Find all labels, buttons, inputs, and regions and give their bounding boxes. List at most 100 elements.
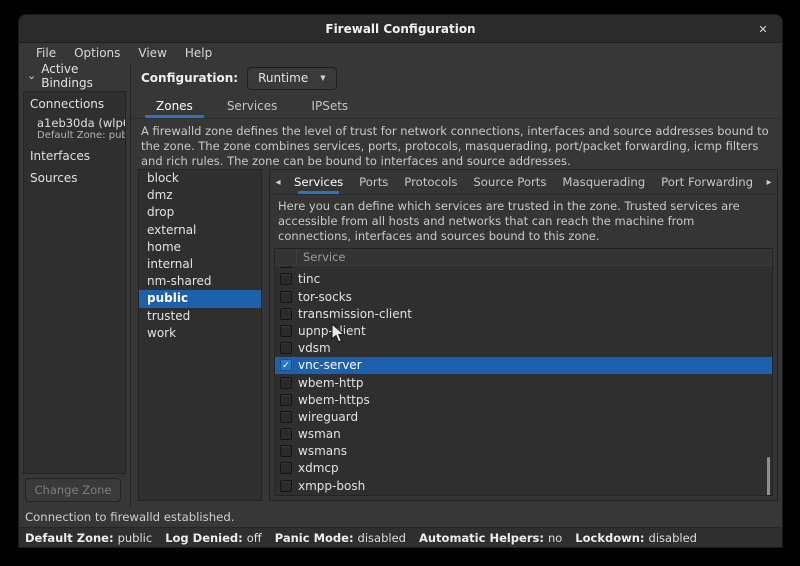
service-row[interactable]: xdmcp (275, 460, 772, 477)
service-row[interactable]: xmpp-client (275, 494, 772, 496)
zone-row[interactable]: trusted (139, 308, 261, 325)
service-row[interactable]: wsmans (275, 443, 772, 460)
zone-settings-tab-bar: ◂ Services Ports Protocols Source Ports … (270, 170, 777, 195)
scrollbar-thumb[interactable] (767, 457, 770, 496)
checkbox-column-header (275, 249, 297, 265)
tab-zone-port-forwarding[interactable]: Port Forwarding (653, 170, 761, 194)
tab-zone-masquerading[interactable]: Masquerading (554, 170, 653, 194)
automatic-helpers-status: Automatic Helpers: no (419, 531, 562, 545)
service-checkbox[interactable] (280, 291, 292, 303)
service-label: xmpp-bosh (298, 479, 365, 493)
log-denied-status: Log Denied: off (165, 531, 262, 545)
service-label: tinc (298, 272, 320, 286)
change-zone-area: Change Zone (19, 474, 130, 507)
status-label: Default Zone: (25, 531, 114, 545)
configuration-row: Configuration: Runtime ▼ (131, 63, 782, 93)
service-checkbox[interactable] (280, 394, 292, 406)
status-value: disabled (649, 531, 697, 545)
service-row[interactable]: wbem-http (275, 374, 772, 391)
zone-row[interactable]: dmz (139, 187, 261, 204)
service-checkbox[interactable] (280, 342, 292, 354)
service-row[interactable]: transmission-client (275, 305, 772, 322)
status-value: disabled (358, 531, 406, 545)
interfaces-header[interactable]: Interfaces (24, 145, 125, 167)
scroll-left-icon[interactable]: ◂ (270, 170, 286, 194)
services-column-header[interactable]: Service (275, 249, 772, 266)
service-label: tile38 (298, 266, 332, 270)
close-icon[interactable]: ✕ (754, 20, 772, 38)
titlebar[interactable]: Firewall Configuration ✕ (19, 15, 782, 43)
zone-row[interactable]: internal (139, 256, 261, 273)
scroll-right-icon[interactable]: ▸ (761, 170, 777, 194)
status-label: Panic Mode: (275, 531, 354, 545)
tab-ipsets[interactable]: IPSets (296, 93, 363, 118)
zone-row[interactable]: drop (139, 204, 261, 221)
service-row[interactable]: wsman (275, 426, 772, 443)
menu-view[interactable]: View (129, 45, 175, 61)
service-label: transmission-client (298, 307, 412, 321)
services-description: Here you can define which services are t… (270, 195, 777, 246)
menu-file[interactable]: File (27, 45, 65, 61)
configuration-dropdown[interactable]: Runtime ▼ (247, 67, 337, 90)
connections-header: Connections (24, 92, 125, 114)
zone-row[interactable]: external (139, 222, 261, 239)
service-checkbox[interactable] (280, 411, 292, 423)
service-checkbox[interactable] (280, 308, 292, 320)
tab-zone-services[interactable]: Services (286, 170, 351, 194)
status-value: no (548, 531, 562, 545)
firewall-info-bar: Default Zone: public Log Denied: off Pan… (19, 527, 782, 547)
default-zone-status: Default Zone: public (25, 531, 152, 545)
tab-services[interactable]: Services (212, 93, 293, 118)
bindings-list: Connections a1eb30da (wlp61s0) Default Z… (23, 91, 126, 474)
service-label: tor-socks (298, 290, 352, 304)
service-row[interactable]: vdsm (275, 340, 772, 357)
service-label: vdsm (298, 341, 331, 355)
service-row[interactable]: wireguard (275, 408, 772, 425)
service-checkbox[interactable] (280, 462, 292, 474)
zone-row[interactable]: block (139, 170, 261, 187)
service-label: wsmans (298, 444, 347, 458)
configuration-value: Runtime (258, 71, 308, 85)
service-column-label: Service (297, 250, 346, 264)
service-checkbox[interactable] (280, 273, 292, 285)
zone-row-selected[interactable]: public (139, 290, 261, 307)
tab-zone-protocols[interactable]: Protocols (396, 170, 465, 194)
service-checkbox[interactable] (280, 266, 292, 269)
configuration-label: Configuration: (141, 71, 238, 85)
left-panel: ⌄ Active Bindings Connections a1eb30da (… (19, 63, 131, 507)
service-checkbox[interactable] (280, 377, 292, 389)
zone-row[interactable]: nm-shared (139, 273, 261, 290)
tab-zones[interactable]: Zones (141, 93, 208, 118)
tab-zone-ports[interactable]: Ports (351, 170, 396, 194)
tab-zone-source-ports[interactable]: Source Ports (465, 170, 554, 194)
active-bindings-label: Active Bindings (41, 62, 130, 90)
service-row[interactable]: upnp-client (275, 322, 772, 339)
menu-help[interactable]: Help (176, 45, 221, 61)
active-bindings-expander[interactable]: ⌄ Active Bindings (19, 63, 130, 89)
menubar: File Options View Help (19, 43, 782, 63)
service-row[interactable]: wbem-https (275, 391, 772, 408)
service-label: wbem-http (298, 376, 363, 390)
service-row-selected[interactable]: ✓ vnc-server (275, 357, 772, 374)
status-label: Automatic Helpers: (419, 531, 544, 545)
chevron-down-icon: ⌄ (27, 72, 36, 80)
service-label: upnp-client (298, 324, 366, 338)
service-row[interactable]: tinc (275, 271, 772, 288)
zone-row[interactable]: work (139, 325, 261, 342)
service-row[interactable]: xmpp-bosh (275, 477, 772, 494)
service-label: xdmcp (298, 461, 339, 475)
menu-options[interactable]: Options (65, 45, 129, 61)
dropdown-caret-icon: ▼ (320, 74, 325, 82)
connection-item[interactable]: a1eb30da (wlp61s0) (24, 114, 125, 130)
service-checkbox-checked[interactable]: ✓ (280, 359, 292, 371)
service-row[interactable]: tor-socks (275, 288, 772, 305)
service-checkbox[interactable] (280, 480, 292, 492)
connection-status: Connection to firewalld established. (19, 507, 782, 527)
zone-row[interactable]: home (139, 239, 261, 256)
service-checkbox[interactable] (280, 428, 292, 440)
service-checkbox[interactable] (280, 325, 292, 337)
sources-header[interactable]: Sources (24, 167, 125, 189)
change-zone-button[interactable]: Change Zone (25, 478, 121, 502)
service-label: wireguard (298, 410, 358, 424)
service-checkbox[interactable] (280, 445, 292, 457)
